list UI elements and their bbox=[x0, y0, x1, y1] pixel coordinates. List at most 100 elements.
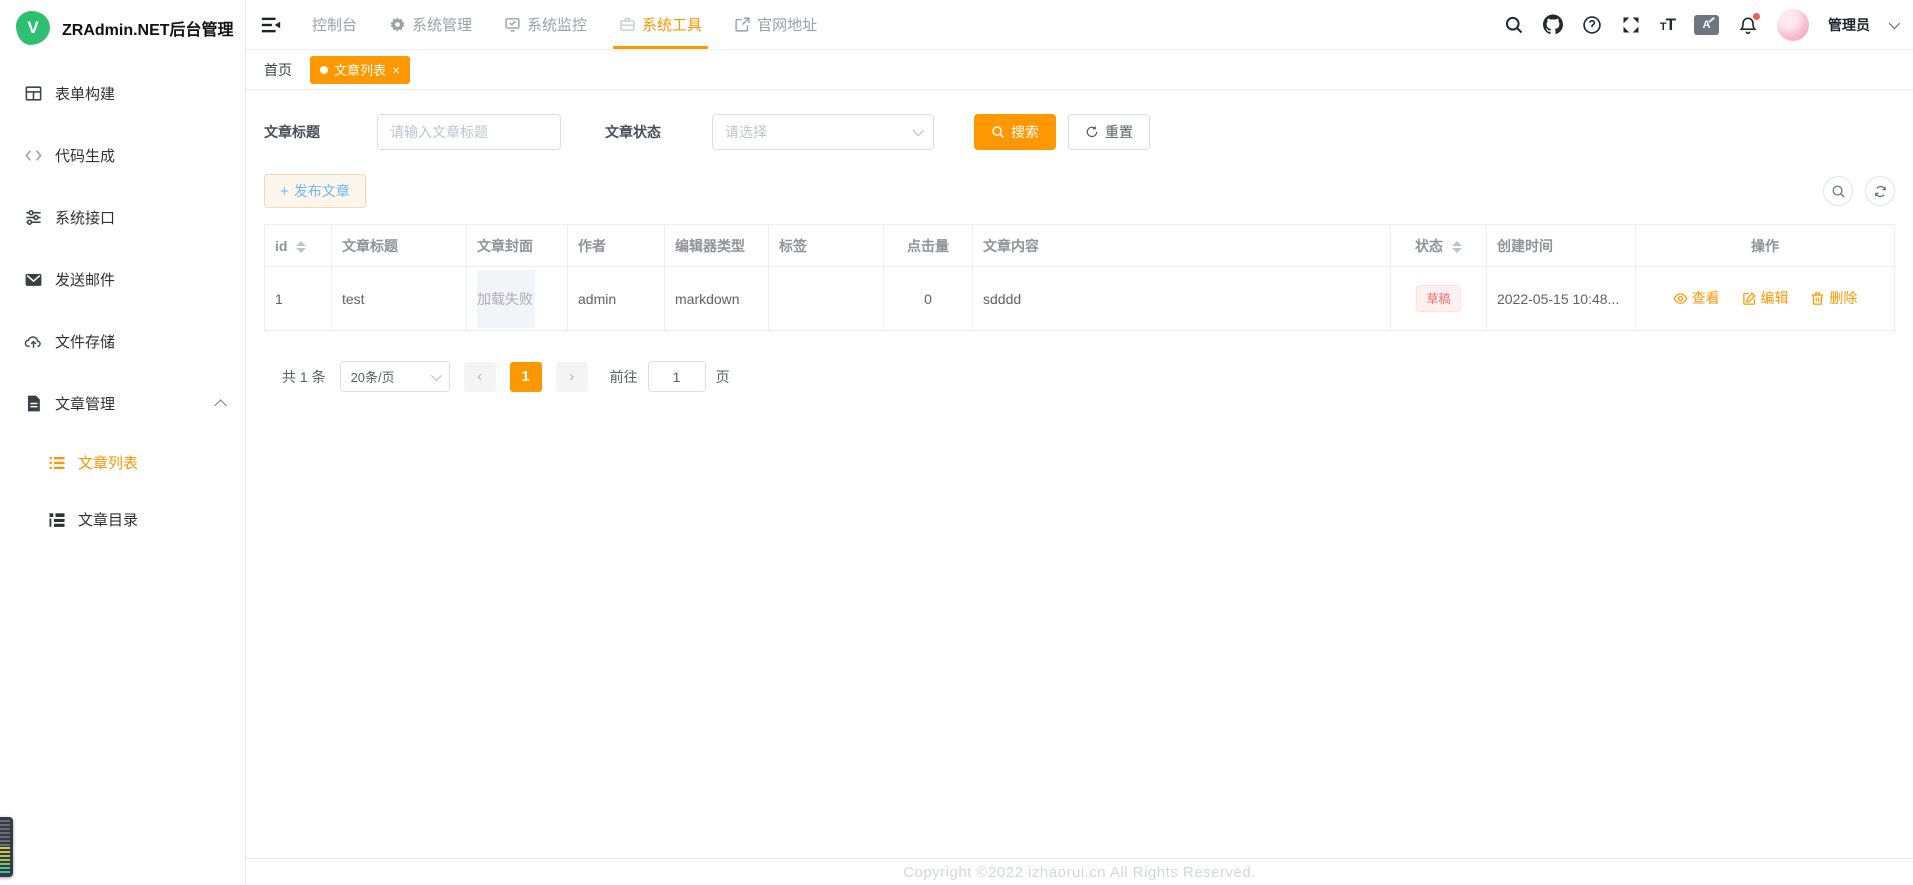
page-size-value: 20条/页 bbox=[351, 367, 395, 386]
gear-icon bbox=[389, 16, 406, 33]
notifications-bell-icon[interactable] bbox=[1738, 15, 1758, 35]
sidebar-item-form-builder[interactable]: 表单构建 bbox=[0, 62, 245, 124]
page-unit-label: 页 bbox=[716, 367, 730, 387]
notification-badge bbox=[1752, 12, 1761, 21]
refresh-table-button[interactable] bbox=[1865, 176, 1895, 206]
header-status[interactable]: 状态 bbox=[1391, 225, 1487, 267]
main-area: 控制台 系统管理 系统监控 系统工具 bbox=[246, 0, 1913, 885]
sidebar-subitem-article-list[interactable]: 文章列表 bbox=[0, 434, 245, 491]
header-id[interactable]: id bbox=[265, 225, 332, 267]
app-logo[interactable]: V ZRAdmin.NET后台管理 bbox=[0, 0, 245, 56]
goto-page-input[interactable] bbox=[648, 361, 706, 392]
reset-button[interactable]: 重置 bbox=[1068, 114, 1150, 150]
equalizer-widget[interactable] bbox=[0, 817, 13, 877]
header-title: 文章标题 bbox=[332, 225, 467, 267]
sidebar-item-label: 系统接口 bbox=[55, 207, 115, 228]
cell-clicks: 0 bbox=[884, 267, 973, 331]
header-cover: 文章封面 bbox=[467, 225, 568, 267]
help-icon[interactable] bbox=[1582, 15, 1602, 35]
nav-item-official-site[interactable]: 官网地址 bbox=[722, 0, 829, 49]
font-size-icon[interactable]: TT bbox=[1660, 15, 1675, 35]
edit-label: 编辑 bbox=[1761, 288, 1789, 308]
search-icon bbox=[991, 125, 1005, 139]
article-title-label: 文章标题 bbox=[264, 122, 377, 142]
tab-article-list[interactable]: 文章列表 × bbox=[310, 56, 410, 84]
equalizer-bars-colored bbox=[0, 847, 10, 874]
logo-icon: V bbox=[16, 11, 50, 45]
sidebar-item-code-gen[interactable]: 代码生成 bbox=[0, 124, 245, 186]
tab-home[interactable]: 首页 bbox=[264, 60, 292, 80]
fullscreen-icon[interactable] bbox=[1621, 15, 1641, 35]
copyright-text: Copyright ©2022 izhaorui.cn All Rights R… bbox=[903, 864, 1256, 881]
cell-cover: 加载失败 bbox=[467, 267, 568, 331]
github-icon[interactable] bbox=[1543, 15, 1563, 35]
header-content: 文章内容 bbox=[973, 225, 1391, 267]
search-button-label: 搜索 bbox=[1011, 122, 1039, 142]
edit-icon bbox=[1742, 291, 1757, 306]
sort-icon[interactable] bbox=[296, 241, 306, 253]
sidebar-item-article-mgmt[interactable]: 文章管理 bbox=[0, 372, 245, 434]
toggle-search-button[interactable] bbox=[1823, 176, 1853, 206]
header-author: 作者 bbox=[568, 225, 665, 267]
cell-tag bbox=[769, 267, 884, 331]
table-toolbar: + 发布文章 bbox=[264, 174, 1895, 208]
chevron-up-icon bbox=[214, 399, 227, 412]
sidebar-item-label: 文件存储 bbox=[55, 331, 115, 352]
language-icon[interactable]: A bbox=[1694, 15, 1719, 35]
sidebar-item-system-api[interactable]: 系统接口 bbox=[0, 186, 245, 248]
sidebar-subitem-article-catalog[interactable]: 文章目录 bbox=[0, 491, 245, 548]
view-button[interactable]: 查看 bbox=[1673, 288, 1720, 308]
nav-item-label: 系统工具 bbox=[642, 14, 702, 35]
cell-id: 1 bbox=[265, 267, 332, 331]
cell-actions: 查看 编辑 bbox=[1636, 267, 1895, 331]
chevron-down-icon bbox=[430, 369, 441, 380]
active-dot-icon bbox=[320, 66, 328, 74]
refresh-icon bbox=[1085, 125, 1099, 139]
sliders-icon bbox=[24, 208, 43, 227]
logo-letter: V bbox=[27, 18, 38, 38]
nav-item-console[interactable]: 控制台 bbox=[300, 0, 369, 49]
sidebar-item-send-mail[interactable]: 发送邮件 bbox=[0, 248, 245, 310]
nav-item-system-monitor[interactable]: 系统监控 bbox=[492, 0, 599, 49]
page-size-select[interactable]: 20条/页 bbox=[340, 361, 450, 392]
sidebar-item-label: 文章管理 bbox=[55, 393, 115, 414]
app-title: ZRAdmin.NET后台管理 bbox=[62, 16, 234, 40]
code-icon bbox=[24, 146, 43, 165]
chevron-down-icon[interactable] bbox=[1889, 17, 1900, 28]
plus-icon: + bbox=[280, 183, 289, 200]
close-icon[interactable]: × bbox=[392, 63, 400, 77]
status-badge: 草稿 bbox=[1416, 285, 1460, 312]
sort-icon[interactable] bbox=[1452, 241, 1462, 253]
user-avatar[interactable] bbox=[1777, 9, 1809, 41]
search-button[interactable]: 搜索 bbox=[974, 114, 1056, 150]
reset-button-label: 重置 bbox=[1105, 122, 1133, 142]
edit-button[interactable]: 编辑 bbox=[1742, 288, 1789, 308]
nav-item-system-mgmt[interactable]: 系统管理 bbox=[377, 0, 484, 49]
trash-icon bbox=[1810, 291, 1825, 306]
nav-item-system-tools[interactable]: 系统工具 bbox=[607, 0, 714, 49]
cloud-upload-icon bbox=[24, 332, 43, 351]
search-icon[interactable] bbox=[1504, 15, 1524, 35]
search-form: 文章标题 文章状态 请选择 搜索 重置 bbox=[264, 114, 1895, 150]
article-status-select[interactable]: 请选择 bbox=[712, 114, 934, 150]
publish-article-button[interactable]: + 发布文章 bbox=[264, 174, 366, 208]
article-title-input[interactable] bbox=[377, 114, 561, 150]
equalizer-bars-gray bbox=[0, 820, 10, 846]
sidebar-item-file-storage[interactable]: 文件存储 bbox=[0, 310, 245, 372]
nav-item-label: 系统管理 bbox=[412, 14, 472, 35]
publish-button-label: 发布文章 bbox=[294, 181, 350, 201]
sidebar-menu: 表单构建 代码生成 系统接口 发送邮件 文件存储 bbox=[0, 62, 245, 548]
sidebar-item-label: 表单构建 bbox=[55, 83, 115, 104]
user-name[interactable]: 管理员 bbox=[1828, 15, 1870, 35]
top-navbar: 控制台 系统管理 系统监控 系统工具 bbox=[246, 0, 1913, 50]
nav-item-label: 控制台 bbox=[312, 14, 357, 35]
tab-label: 文章列表 bbox=[334, 60, 386, 79]
sidebar: V ZRAdmin.NET后台管理 表单构建 代码生成 系统接口 bbox=[0, 0, 246, 885]
next-page-button[interactable]: › bbox=[556, 362, 588, 392]
delete-button[interactable]: 删除 bbox=[1810, 288, 1857, 308]
prev-page-button[interactable]: ‹ bbox=[464, 362, 496, 392]
view-label: 查看 bbox=[1692, 288, 1720, 308]
sidebar-fold-icon[interactable] bbox=[260, 14, 282, 36]
table-row[interactable]: 1 test 加载失败 admin markdown 0 sdddd bbox=[265, 267, 1895, 331]
current-page-button[interactable]: 1 bbox=[510, 362, 542, 392]
